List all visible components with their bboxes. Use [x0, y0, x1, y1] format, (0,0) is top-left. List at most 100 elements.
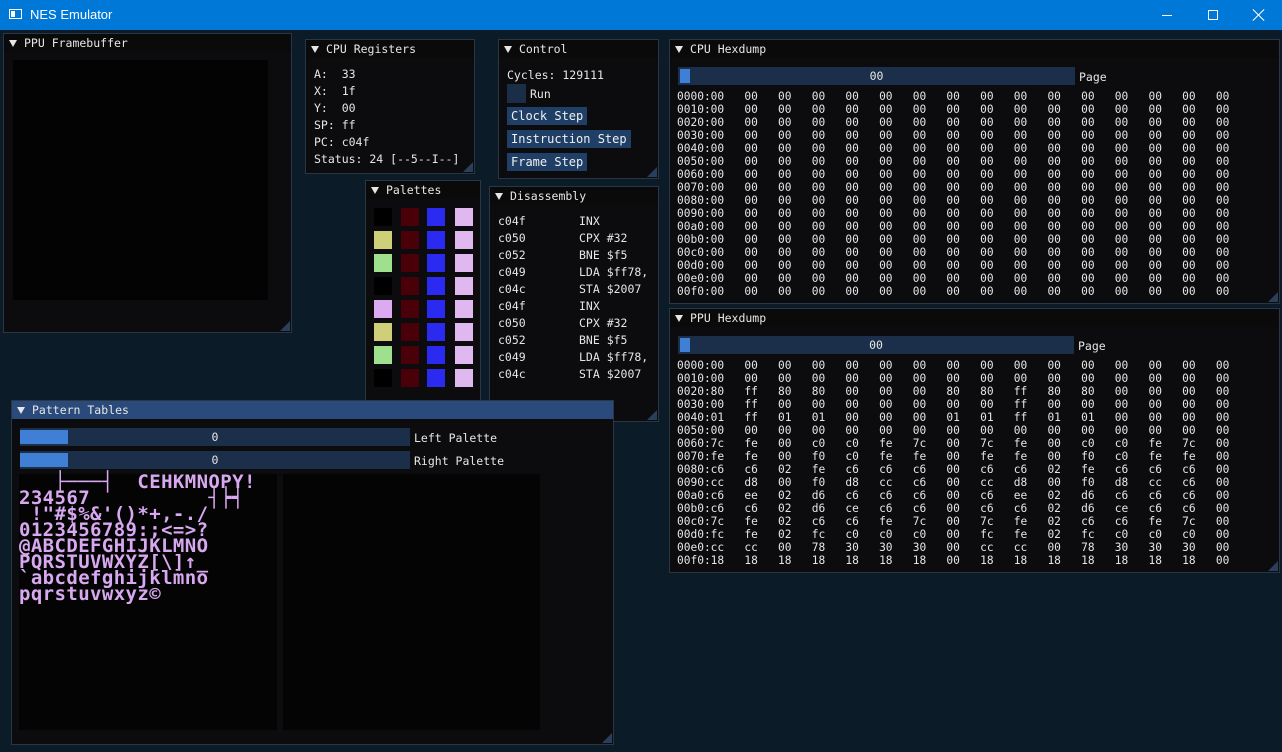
- pattern-tables-window: Pattern Tables 0 Left Palette 0 Right Pa…: [11, 400, 614, 745]
- palettes-window: Palettes: [365, 180, 481, 424]
- clock-step-button[interactable]: Clock Step: [507, 107, 588, 125]
- resize-grip[interactable]: [647, 167, 657, 177]
- hexdump-row: 0050:00 00 00 00 00 00 00 00 00 00 00 00…: [677, 424, 1230, 437]
- palette-swatch[interactable]: [374, 369, 392, 387]
- palette-swatch[interactable]: [374, 300, 392, 318]
- resize-grip[interactable]: [463, 162, 473, 172]
- pattern-glyphs: ├───┤ CEHKMNOPY! 234567 ┤┝┥ !"#$%&'()*+,-…: [19, 473, 277, 605]
- pattern-glyph-row: pqrstuvwxyz©: [19, 583, 162, 605]
- palette-swatch[interactable]: [427, 277, 445, 295]
- hexdump-row: 0040:00 00 00 00 00 00 00 00 00 00 00 00…: [677, 142, 1230, 155]
- disasm-instruction: INX: [579, 299, 600, 313]
- right-palette-value: 0: [211, 453, 219, 467]
- palette-swatch[interactable]: [427, 208, 445, 226]
- maximize-button[interactable]: [1190, 0, 1236, 30]
- disassembly-list: c04f INX c050 CPX #32 c052 BNE $f5 c049 LDA $ff…: [490, 187, 658, 421]
- disasm-instruction: INX: [579, 214, 600, 228]
- window-title: Pattern Tables: [32, 403, 129, 417]
- framebuffer-view: [13, 60, 268, 300]
- disasm-address: c04c: [498, 367, 526, 381]
- palette-swatch[interactable]: [455, 346, 473, 364]
- resize-grip[interactable]: [1268, 292, 1278, 302]
- minimize-button[interactable]: [1144, 0, 1190, 30]
- hexdump-row: 0010:00 00 00 00 00 00 00 00 00 00 00 00…: [677, 372, 1230, 385]
- cpu-hexdump-header[interactable]: CPU Hexdump: [670, 40, 1279, 58]
- control-header[interactable]: Control: [499, 40, 658, 58]
- resize-grip[interactable]: [280, 321, 290, 331]
- cpu-registers-header[interactable]: CPU Registers: [306, 40, 474, 58]
- hexdump-row: 0080:c6 c6 02 fe c6 c6 c6 00 c6 c6 02 fe…: [677, 463, 1230, 476]
- palette-swatch[interactable]: [401, 254, 419, 272]
- disasm-instruction: STA $2007: [579, 282, 642, 296]
- palette-swatch[interactable]: [455, 254, 473, 272]
- collapse-arrow-icon[interactable]: [311, 45, 319, 53]
- palette-swatch[interactable]: [374, 254, 392, 272]
- right-palette-slider[interactable]: 0: [20, 451, 410, 469]
- palette-swatch[interactable]: [455, 277, 473, 295]
- collapse-arrow-icon[interactable]: [504, 45, 512, 53]
- palette-swatch[interactable]: [374, 277, 392, 295]
- palette-swatch[interactable]: [401, 346, 419, 364]
- resize-grip[interactable]: [602, 733, 612, 743]
- disasm-instruction: BNE $f5: [579, 248, 628, 262]
- palette-swatch[interactable]: [374, 323, 392, 341]
- left-palette-slider[interactable]: 0: [20, 428, 410, 446]
- collapse-arrow-icon[interactable]: [675, 45, 683, 53]
- maximize-icon: [1208, 10, 1218, 20]
- palette-swatch[interactable]: [427, 346, 445, 364]
- palette-swatch[interactable]: [427, 254, 445, 272]
- close-button[interactable]: [1236, 0, 1282, 30]
- palette-swatch[interactable]: [455, 369, 473, 387]
- hexdump-row: 0090:00 00 00 00 00 00 00 00 00 00 00 00…: [677, 207, 1230, 220]
- hexdump-row: 0040:01 ff 01 01 00 00 00 01 01 ff 01 01…: [677, 411, 1230, 424]
- disassembly-window: Disassembly c04f INX c050 CPX #32 c052 BNE $f…: [489, 186, 659, 422]
- palette-swatch[interactable]: [427, 323, 445, 341]
- ppu-page-slider[interactable]: 00: [678, 336, 1074, 354]
- palette-swatch[interactable]: [455, 208, 473, 226]
- hexdump-row: 00e0:cc cc 00 78 30 30 30 00 cc cc 00 78…: [677, 541, 1230, 554]
- palette-swatch[interactable]: [374, 231, 392, 249]
- cpu-page-slider[interactable]: 00: [678, 67, 1075, 85]
- disasm-address: c049: [498, 350, 526, 364]
- collapse-arrow-icon[interactable]: [17, 406, 25, 414]
- collapse-arrow-icon[interactable]: [675, 314, 683, 322]
- frame-step-button[interactable]: Frame Step: [507, 153, 588, 171]
- resize-grip[interactable]: [1268, 561, 1278, 571]
- window-title: PPU Hexdump: [690, 311, 767, 325]
- ppu-hexdump-header[interactable]: PPU Hexdump: [670, 309, 1279, 327]
- disasm-instruction: LDA $ff78,: [579, 350, 649, 364]
- palette-swatch[interactable]: [427, 369, 445, 387]
- hexdump-row: 0000:00 00 00 00 00 00 00 00 00 00 00 00…: [677, 90, 1230, 103]
- disasm-instruction: CPX #32: [579, 316, 628, 330]
- palette-grid: [366, 181, 480, 423]
- hexdump-row: 00d0:fc fe 02 fc c0 c0 c0 00 fc fe 02 fc…: [677, 528, 1230, 541]
- palette-swatch[interactable]: [374, 208, 392, 226]
- palette-swatch[interactable]: [455, 323, 473, 341]
- palette-swatch[interactable]: [455, 231, 473, 249]
- hexdump-row: 00f0:18 18 18 18 18 18 18 00 18 18 18 18…: [677, 554, 1230, 567]
- ppu-framebuffer-header[interactable]: PPU Framebuffer: [4, 34, 291, 52]
- palette-swatch[interactable]: [427, 231, 445, 249]
- disasm-instruction: STA $2007: [579, 367, 642, 381]
- palette-swatch[interactable]: [455, 300, 473, 318]
- ppu-hexdump-window: PPU Hexdump 00 Page 0000:00 00 00 00 00 …: [669, 308, 1280, 573]
- palette-swatch[interactable]: [401, 369, 419, 387]
- run-checkbox[interactable]: [507, 84, 526, 103]
- collapse-arrow-icon[interactable]: [9, 39, 17, 47]
- instruction-step-button[interactable]: Instruction Step: [507, 130, 631, 148]
- palette-swatch[interactable]: [427, 300, 445, 318]
- palette-swatch[interactable]: [401, 208, 419, 226]
- window-title: PPU Framebuffer: [24, 36, 128, 50]
- palette-swatch[interactable]: [374, 346, 392, 364]
- cycle-counter: Cycles: 129111: [507, 68, 604, 82]
- palette-swatch[interactable]: [401, 323, 419, 341]
- hexdump-row: 00f0:00 00 00 00 00 00 00 00 00 00 00 00…: [677, 285, 1230, 298]
- app-icon: [9, 9, 22, 19]
- palette-swatch[interactable]: [401, 231, 419, 249]
- resize-grip[interactable]: [647, 410, 657, 420]
- palette-swatch[interactable]: [401, 277, 419, 295]
- hexdump-row: 00b0:00 00 00 00 00 00 00 00 00 00 00 00…: [677, 233, 1230, 246]
- pattern-tables-header[interactable]: Pattern Tables: [12, 401, 613, 419]
- hexdump-row: 00e0:00 00 00 00 00 00 00 00 00 00 00 00…: [677, 272, 1230, 285]
- palette-swatch[interactable]: [401, 300, 419, 318]
